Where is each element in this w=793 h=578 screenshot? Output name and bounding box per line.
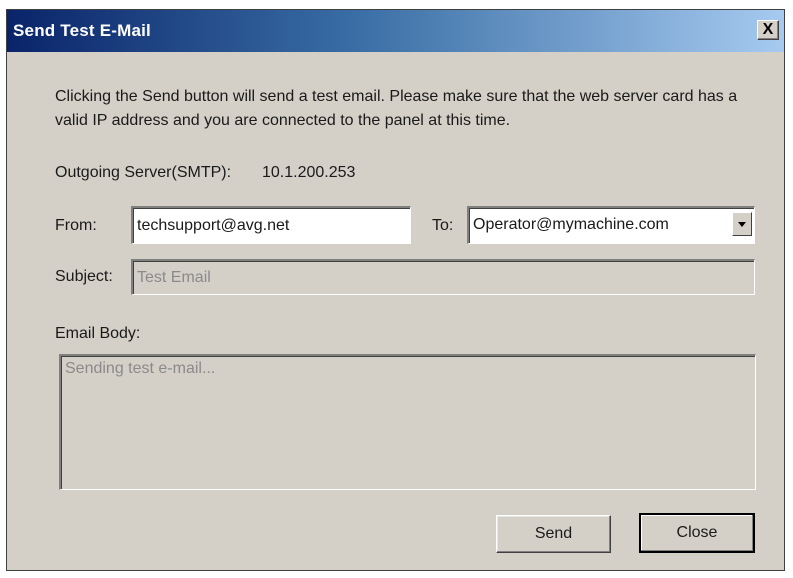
from-input[interactable] bbox=[131, 206, 411, 244]
subject-label: Subject: bbox=[55, 268, 113, 285]
smtp-label: Outgoing Server(SMTP): bbox=[55, 164, 232, 181]
close-button[interactable]: Close bbox=[639, 513, 755, 553]
to-value[interactable]: Operator@mymachine.com bbox=[467, 206, 755, 244]
window-title: Send Test E-Mail bbox=[13, 21, 151, 40]
send-button[interactable]: Send bbox=[496, 515, 611, 553]
close-icon[interactable]: X bbox=[757, 20, 779, 40]
instructions-text: Clicking the Send button will send a tes… bbox=[55, 88, 738, 129]
send-test-email-dialog: Send Test E-Mail X Clicking the Send but… bbox=[6, 9, 785, 571]
chevron-down-icon[interactable] bbox=[732, 212, 752, 236]
to-label: To: bbox=[432, 217, 454, 234]
email-body-label: Email Body: bbox=[55, 325, 141, 342]
smtp-server-value: 10.1.200.253 bbox=[262, 164, 356, 181]
from-label: From: bbox=[55, 217, 97, 234]
email-body-textarea[interactable]: Sending test e-mail... bbox=[59, 354, 756, 490]
to-combobox[interactable]: Operator@mymachine.com bbox=[467, 206, 755, 244]
subject-input[interactable] bbox=[131, 259, 755, 295]
title-bar[interactable]: Send Test E-Mail X bbox=[7, 10, 784, 52]
